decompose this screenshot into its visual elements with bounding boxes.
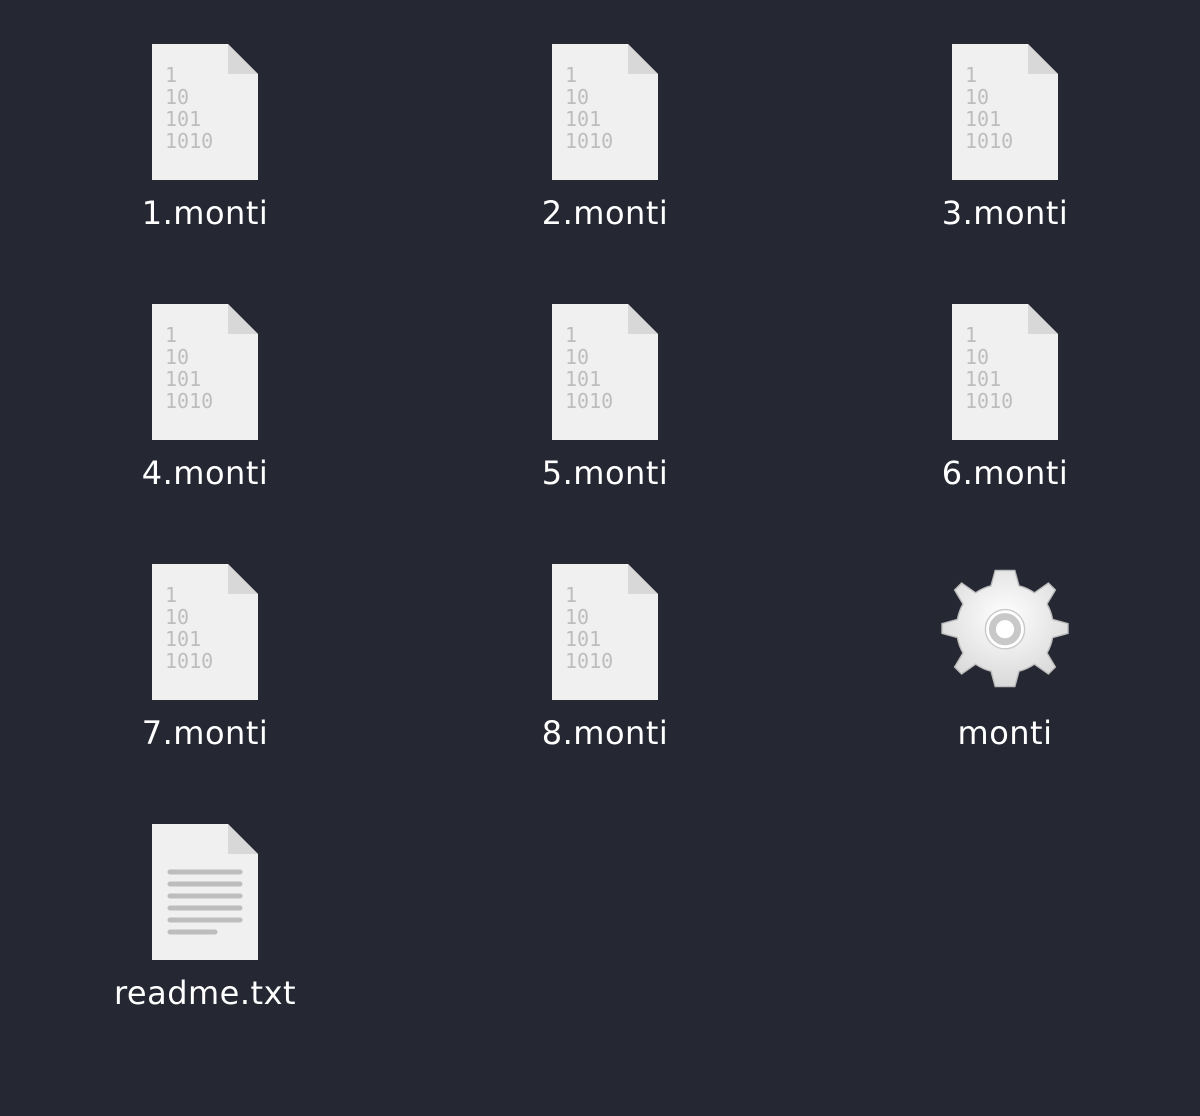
binary-file-icon: 1 10 101 1010 xyxy=(135,562,275,702)
svg-text:1: 1 xyxy=(565,63,577,87)
svg-text:1010: 1010 xyxy=(565,129,613,153)
desktop: 1 10 101 1010 1.monti 1 10 101 1010 2 xyxy=(0,0,1200,1116)
svg-text:101: 101 xyxy=(565,367,601,391)
svg-text:101: 101 xyxy=(165,107,201,131)
svg-text:1010: 1010 xyxy=(165,649,213,673)
gear-icon xyxy=(935,562,1075,702)
svg-text:1: 1 xyxy=(965,323,977,347)
svg-text:1010: 1010 xyxy=(565,389,613,413)
svg-text:101: 101 xyxy=(165,367,201,391)
svg-text:1010: 1010 xyxy=(165,389,213,413)
file-label: 2.monti xyxy=(542,194,669,232)
svg-text:101: 101 xyxy=(965,107,1001,131)
binary-file-icon: 1 10 101 1010 xyxy=(135,302,275,442)
binary-file-icon: 1 10 101 1010 xyxy=(935,42,1075,182)
svg-text:1: 1 xyxy=(165,63,177,87)
file-label: 4.monti xyxy=(142,454,269,492)
file-item[interactable]: 1 10 101 1010 5.monti xyxy=(495,302,715,492)
binary-file-icon: 1 10 101 1010 xyxy=(135,42,275,182)
file-item[interactable]: monti xyxy=(895,562,1115,752)
svg-text:1: 1 xyxy=(565,323,577,347)
svg-text:10: 10 xyxy=(165,85,189,109)
svg-text:1: 1 xyxy=(965,63,977,87)
svg-text:1010: 1010 xyxy=(965,389,1013,413)
binary-file-icon: 1 10 101 1010 xyxy=(535,562,675,702)
svg-text:1010: 1010 xyxy=(565,649,613,673)
file-item[interactable]: 1 10 101 1010 3.monti xyxy=(895,42,1115,232)
svg-text:10: 10 xyxy=(965,85,989,109)
svg-text:10: 10 xyxy=(565,605,589,629)
svg-text:1: 1 xyxy=(165,323,177,347)
svg-text:101: 101 xyxy=(565,627,601,651)
file-item[interactable]: 1 10 101 1010 8.monti xyxy=(495,562,715,752)
file-item[interactable]: 1 10 101 1010 6.monti xyxy=(895,302,1115,492)
svg-text:101: 101 xyxy=(165,627,201,651)
file-label: 5.monti xyxy=(542,454,669,492)
svg-text:10: 10 xyxy=(565,85,589,109)
file-label: readme.txt xyxy=(114,974,296,1012)
file-grid: 1 10 101 1010 1.monti 1 10 101 1010 2 xyxy=(95,42,1140,1012)
svg-text:10: 10 xyxy=(565,345,589,369)
svg-text:1010: 1010 xyxy=(965,129,1013,153)
svg-text:10: 10 xyxy=(965,345,989,369)
file-label: 8.monti xyxy=(542,714,669,752)
svg-text:10: 10 xyxy=(165,605,189,629)
text-file-icon xyxy=(135,822,275,962)
file-label: 6.monti xyxy=(942,454,1069,492)
svg-text:1: 1 xyxy=(565,583,577,607)
file-item[interactable]: 1 10 101 1010 4.monti xyxy=(95,302,315,492)
svg-text:1: 1 xyxy=(165,583,177,607)
svg-text:101: 101 xyxy=(965,367,1001,391)
binary-file-icon: 1 10 101 1010 xyxy=(535,42,675,182)
binary-file-icon: 1 10 101 1010 xyxy=(535,302,675,442)
binary-file-icon: 1 10 101 1010 xyxy=(935,302,1075,442)
file-item[interactable]: 1 10 101 1010 7.monti xyxy=(95,562,315,752)
file-item[interactable]: 1 10 101 1010 1.monti xyxy=(95,42,315,232)
file-label: 3.monti xyxy=(942,194,1069,232)
svg-text:10: 10 xyxy=(165,345,189,369)
file-item[interactable]: 1 10 101 1010 2.monti xyxy=(495,42,715,232)
svg-text:1010: 1010 xyxy=(165,129,213,153)
file-label: monti xyxy=(958,714,1053,752)
svg-text:101: 101 xyxy=(565,107,601,131)
file-label: 1.monti xyxy=(142,194,269,232)
file-item[interactable]: readme.txt xyxy=(95,822,315,1012)
file-label: 7.monti xyxy=(142,714,269,752)
